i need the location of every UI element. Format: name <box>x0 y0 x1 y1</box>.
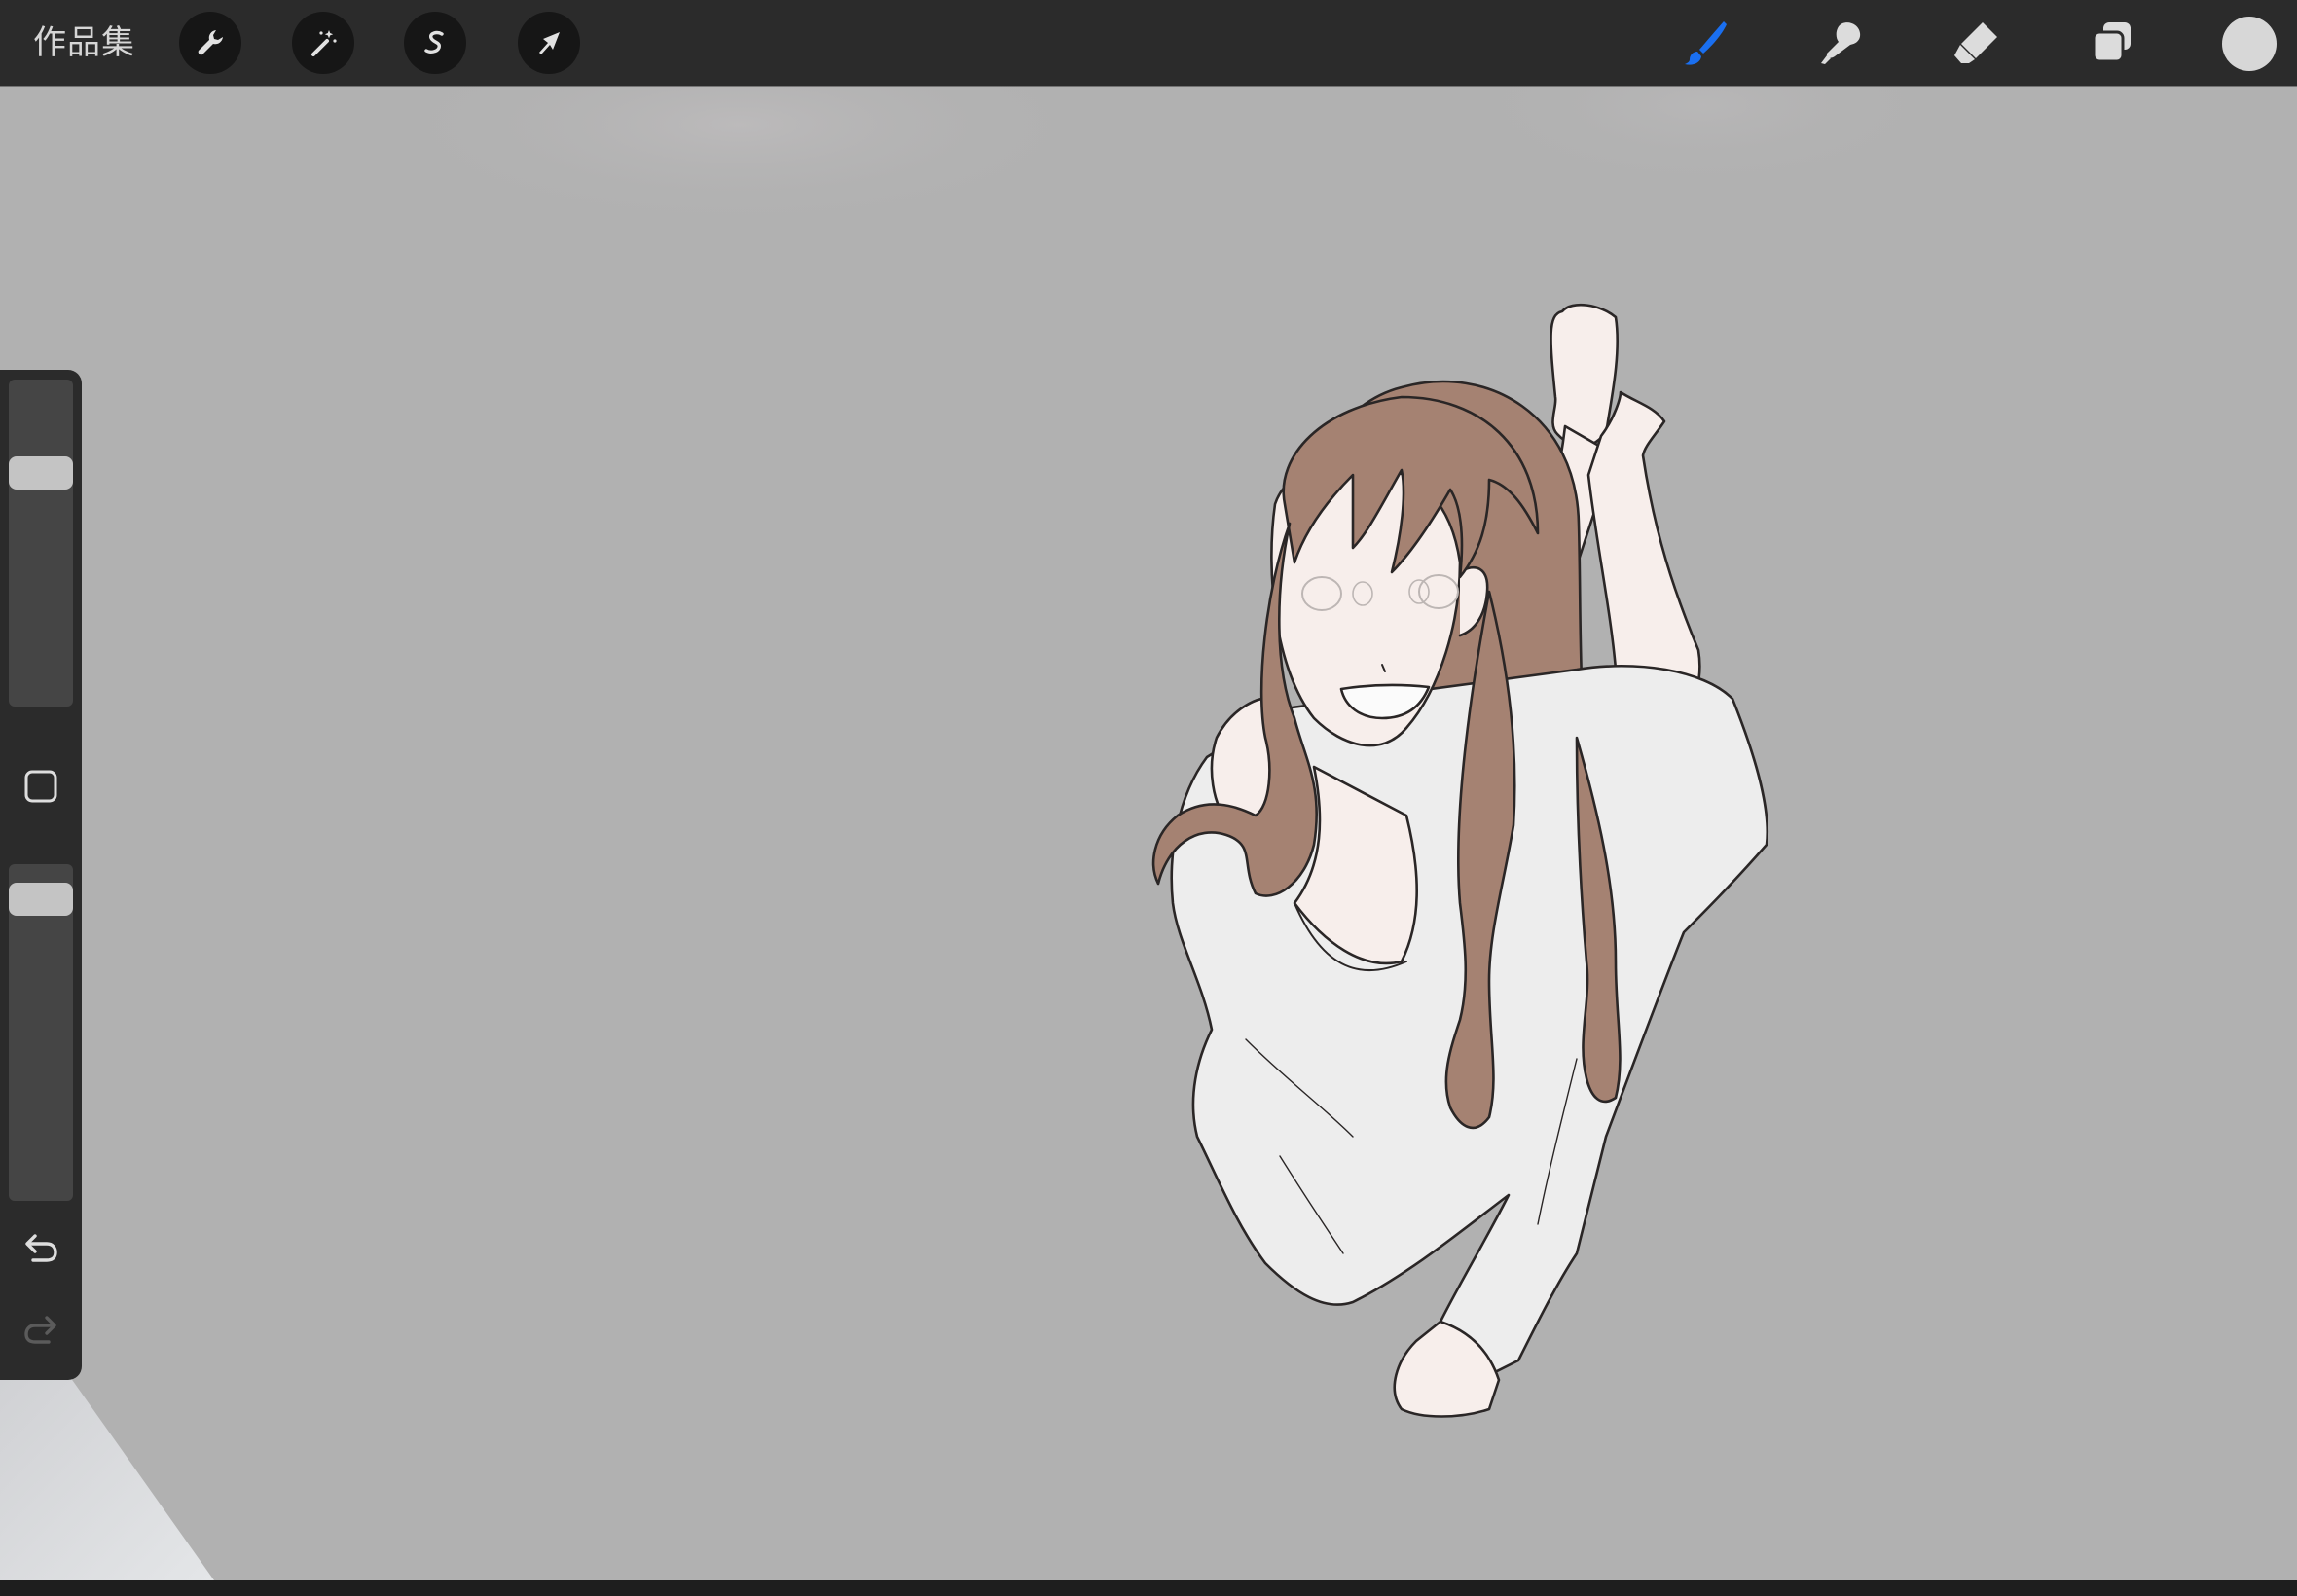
smudge-finger-icon <box>1821 22 1861 64</box>
drawing-canvas[interactable] <box>0 86 2297 1580</box>
gallery-button[interactable]: 作品集 <box>33 21 135 64</box>
brush-tool-button[interactable] <box>1676 14 1734 72</box>
modify-button[interactable] <box>21 767 60 806</box>
layers-tool-button[interactable] <box>2083 14 2141 72</box>
bottom-edge <box>0 1580 2297 1596</box>
left-sidebar <box>0 370 82 1380</box>
redo-arrow-icon <box>24 1316 56 1344</box>
opacity-slider-thumb[interactable] <box>9 883 73 916</box>
eraser-tool-button[interactable] <box>1947 14 2005 72</box>
brush-size-slider-thumb[interactable] <box>9 456 73 490</box>
undo-button[interactable] <box>19 1226 62 1269</box>
brush-size-slider[interactable] <box>9 380 73 707</box>
color-swatch-button[interactable] <box>2222 17 2277 71</box>
arrow-cursor-icon <box>539 32 560 54</box>
magic-wand-icon <box>311 30 337 56</box>
girl-illustration <box>1151 303 1769 1418</box>
actions-button[interactable] <box>179 12 241 74</box>
redo-button[interactable] <box>19 1308 62 1351</box>
selection-s-icon <box>424 30 444 54</box>
brush-icon <box>1685 21 1727 65</box>
smudge-tool-button[interactable] <box>1812 14 1871 72</box>
eraser-icon <box>1954 22 1997 63</box>
wrench-icon <box>198 30 223 55</box>
top-toolbar: 作品集 <box>0 0 2297 86</box>
layers-icon <box>2092 22 2131 63</box>
opacity-slider[interactable] <box>9 864 73 1201</box>
adjustments-button[interactable] <box>292 12 354 74</box>
square-modify-icon <box>24 770 57 803</box>
undo-arrow-icon <box>25 1234 57 1262</box>
selection-button[interactable] <box>404 12 466 74</box>
procreate-app: 作品集 <box>0 0 2297 1596</box>
transform-button[interactable] <box>518 12 580 74</box>
